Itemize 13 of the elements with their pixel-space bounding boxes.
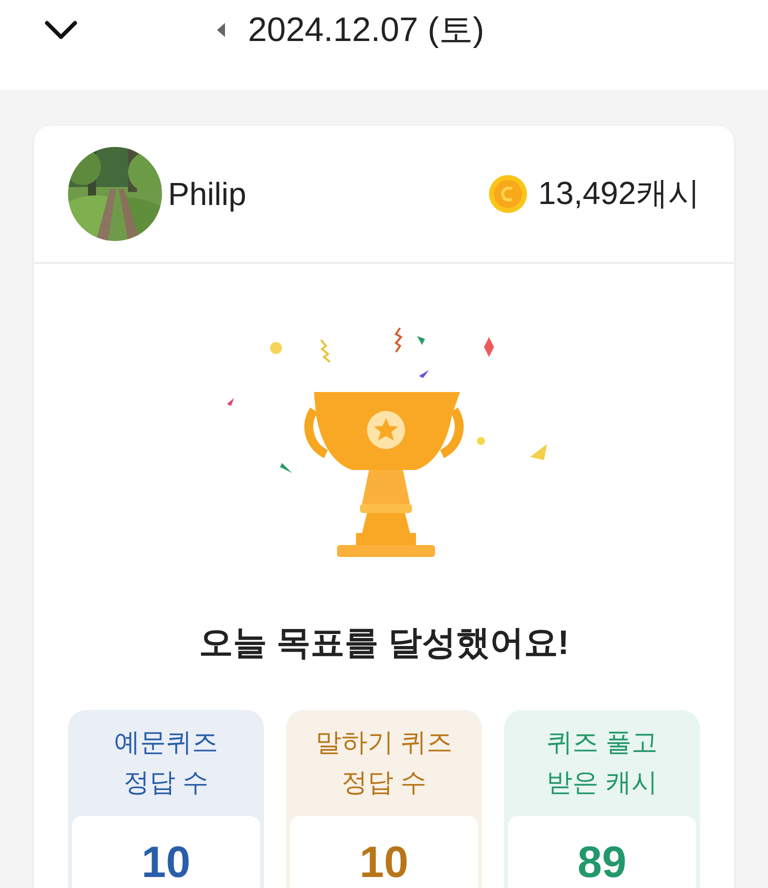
stat-value: 89 (578, 838, 626, 888)
coin-icon (488, 174, 528, 214)
date-title: 2024.12.07 (토) (248, 10, 484, 51)
cash-balance: 13,492캐시 (538, 174, 700, 213)
caret-left-icon[interactable] (216, 22, 226, 38)
user-name: Philip (168, 176, 246, 212)
stat-value: 10 (360, 838, 408, 888)
stat-label: 퀴즈 풀고 받은 캐시 (546, 726, 658, 799)
stat-value: 10 (142, 838, 190, 888)
chevron-down-icon[interactable] (44, 20, 78, 40)
stat-label: 예문퀴즈 정답 수 (114, 726, 218, 799)
stat-label: 말하기 퀴즈 정답 수 (315, 726, 453, 799)
goal-achieved-message: 오늘 목표를 달성했어요! (198, 623, 570, 664)
